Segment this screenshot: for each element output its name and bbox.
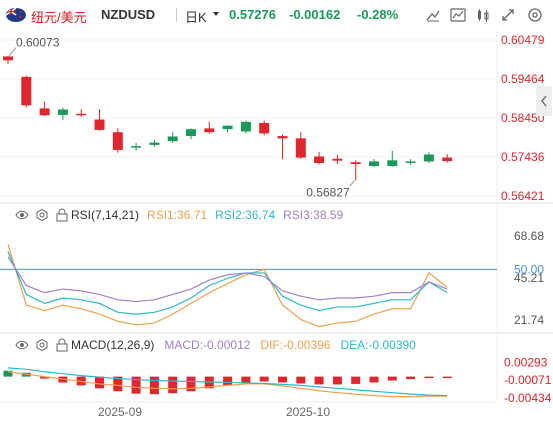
macd-bar bbox=[351, 376, 361, 384]
price-axis-label: 0.56421 bbox=[501, 189, 545, 203]
candle-body bbox=[186, 129, 196, 137]
macd-bar bbox=[369, 376, 379, 383]
lock-icon[interactable] bbox=[55, 338, 69, 352]
price-axis-label: 0.57436 bbox=[501, 150, 545, 164]
macd-axis-label: -0.00071 bbox=[504, 373, 552, 387]
macd-bar bbox=[241, 376, 251, 383]
candle-body bbox=[222, 125, 233, 130]
rsi-title-row: RSI(7,14,21) RSI1:36.71 RSI2:36.74 RSI3:… bbox=[15, 208, 343, 222]
macd-bar bbox=[186, 376, 196, 392]
candle-body bbox=[387, 160, 398, 167]
candle-body bbox=[314, 156, 325, 163]
candle-body bbox=[76, 113, 87, 116]
macd-bar bbox=[223, 376, 233, 386]
macd-bar bbox=[442, 376, 452, 379]
candle-body bbox=[39, 108, 50, 116]
candle-body bbox=[405, 161, 416, 163]
rsi-label: RSI(7,14,21) bbox=[71, 208, 140, 222]
candle-body bbox=[167, 136, 178, 142]
macd-label: MACD(12,26,9) bbox=[71, 338, 155, 352]
rsi1-value: RSI1:36.71 bbox=[147, 208, 208, 222]
rsi-axis-label: 21.74 bbox=[514, 313, 544, 327]
eye-icon[interactable] bbox=[15, 208, 29, 222]
x-axis-label: 2025-09 bbox=[98, 405, 142, 419]
eye-icon[interactable] bbox=[15, 338, 29, 352]
macd-axis-label: -0.00434 bbox=[504, 391, 552, 405]
macd-bar bbox=[149, 376, 159, 395]
high-price-label: 0.60073 bbox=[16, 36, 60, 50]
dea-value: DEA:-0.00390 bbox=[340, 338, 416, 352]
candle-body bbox=[149, 142, 160, 145]
price-axis-label: 0.59464 bbox=[501, 72, 545, 86]
macd-bar bbox=[296, 376, 306, 384]
gear-icon[interactable] bbox=[35, 338, 49, 352]
macd-title-row: MACD(12,26,9) MACD:-0.00012 DIF:-0.00396… bbox=[15, 338, 416, 352]
rsi3-value: RSI3:38.59 bbox=[283, 208, 344, 222]
lock-icon[interactable] bbox=[55, 208, 69, 222]
candle-body bbox=[57, 109, 68, 115]
macd-bar bbox=[387, 376, 397, 381]
candle-body bbox=[295, 138, 306, 158]
rsi1-line bbox=[7, 244, 448, 328]
macd-bar bbox=[406, 376, 416, 380]
dif-value: DIF:-0.00396 bbox=[260, 338, 331, 352]
rsi-axis-label: 45.21 bbox=[514, 271, 544, 285]
collapse-panel-button[interactable] bbox=[536, 86, 552, 116]
rsi2-line bbox=[7, 251, 448, 315]
candle-body bbox=[277, 136, 288, 139]
candle-body bbox=[112, 132, 123, 150]
macd-bar bbox=[278, 376, 287, 383]
candle-body bbox=[442, 157, 453, 162]
high-marker-line bbox=[8, 47, 17, 57]
chevron-left-icon bbox=[541, 95, 547, 107]
macd-bar bbox=[259, 376, 269, 382]
candle-body bbox=[332, 158, 343, 161]
candle-body bbox=[21, 76, 32, 106]
macd-bar bbox=[424, 376, 434, 379]
price-axis-label: 0.60479 bbox=[501, 33, 545, 47]
x-axis-label: 2025-10 bbox=[286, 405, 330, 419]
candle-body bbox=[131, 146, 142, 148]
candle-body bbox=[204, 128, 215, 133]
candle-body bbox=[94, 119, 105, 130]
low-marker-line bbox=[349, 179, 356, 187]
rsi3-line bbox=[7, 256, 448, 303]
macd-bar bbox=[332, 376, 342, 385]
candle-body bbox=[423, 154, 434, 162]
candle-body bbox=[3, 56, 13, 61]
candle-body bbox=[369, 161, 379, 167]
macd-value: MACD:-0.00012 bbox=[164, 338, 251, 352]
candle-body bbox=[240, 121, 251, 132]
candle-body bbox=[350, 162, 361, 165]
rsi2-value: RSI2:36.74 bbox=[215, 208, 276, 222]
macd-bar bbox=[168, 376, 178, 394]
macd-axis-label: 0.00293 bbox=[504, 355, 548, 369]
rsi-axis-label: 68.68 bbox=[514, 229, 544, 243]
low-price-label: 0.56827 bbox=[306, 185, 350, 199]
macd-bar bbox=[314, 376, 324, 385]
gear-icon[interactable] bbox=[35, 208, 49, 222]
macd-bar bbox=[95, 376, 104, 389]
candle-body bbox=[259, 122, 270, 134]
